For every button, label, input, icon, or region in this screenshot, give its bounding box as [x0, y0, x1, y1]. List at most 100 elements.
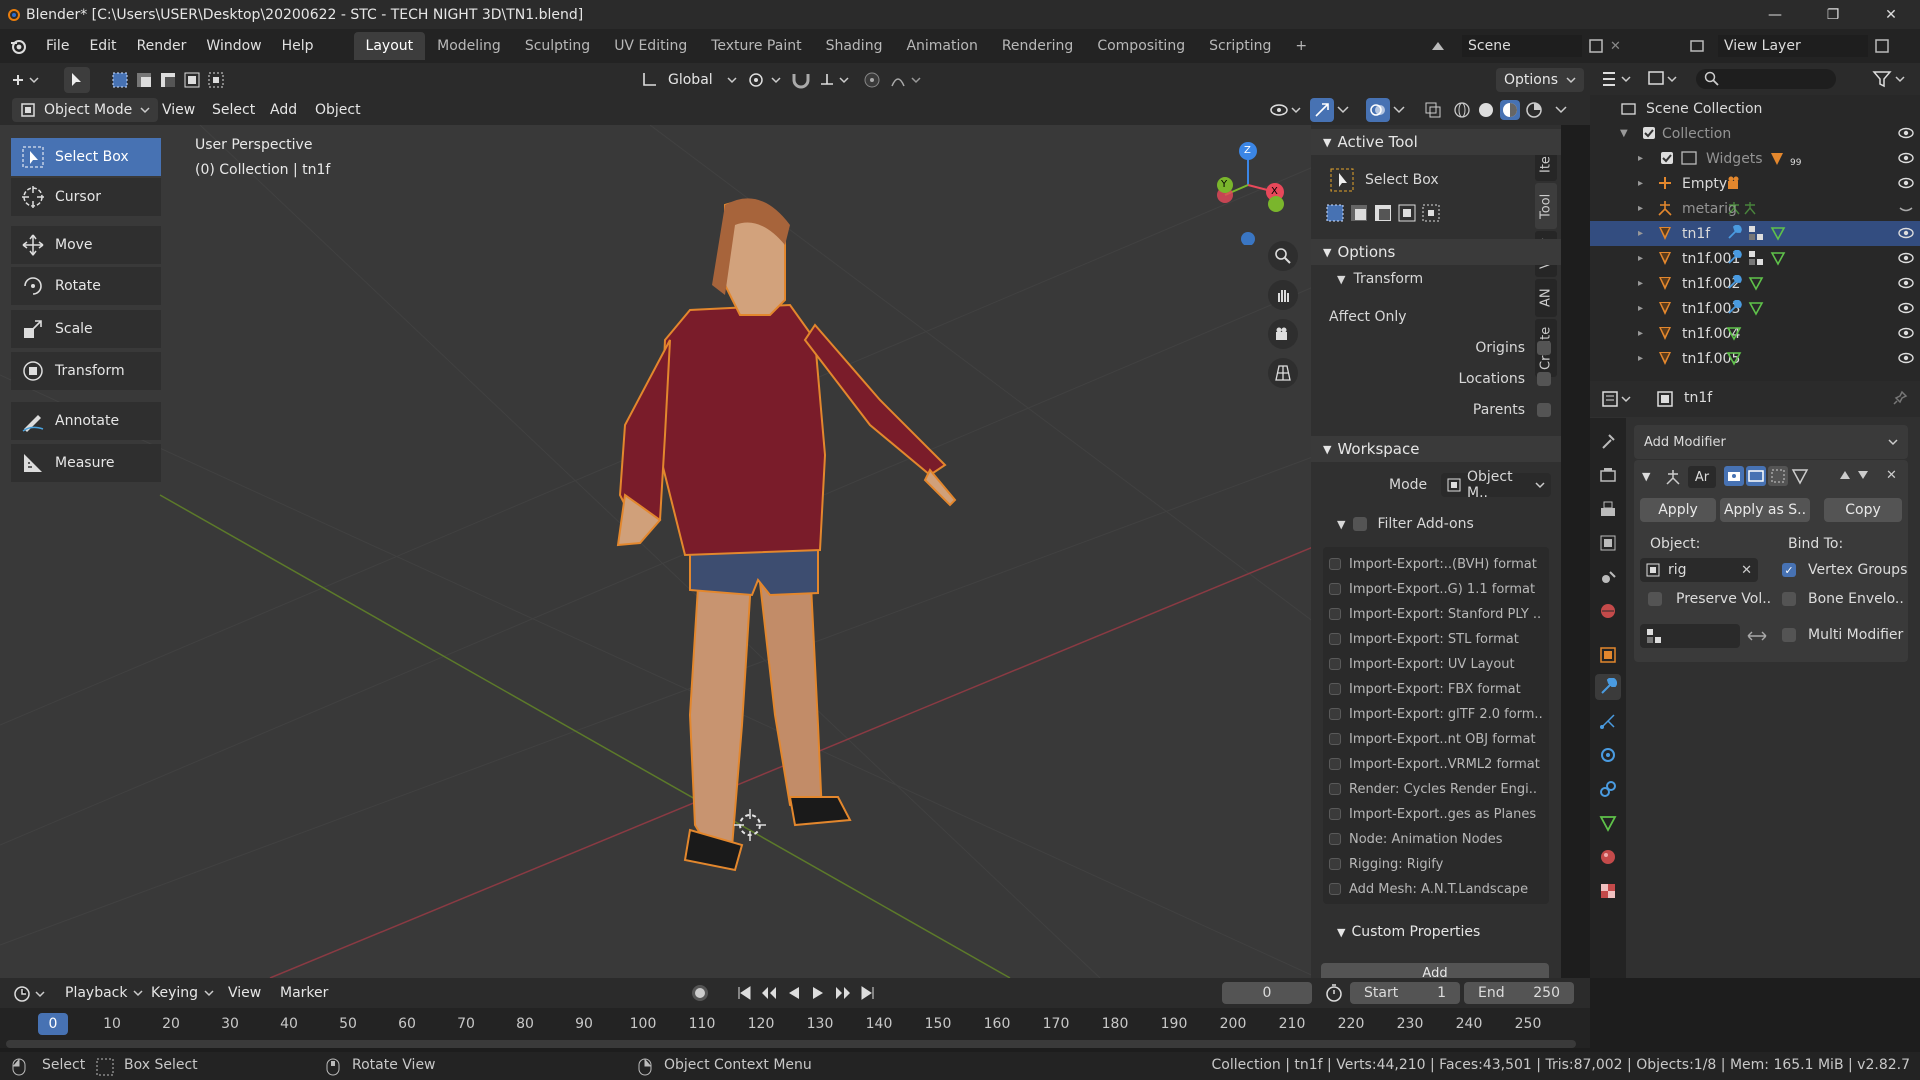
- workspace-mode-dropdown[interactable]: Object M..: [1441, 469, 1551, 501]
- jump-end-icon[interactable]: [860, 985, 876, 1001]
- proportional-edit-icon[interactable]: [862, 68, 882, 92]
- disclosure-triangle-icon[interactable]: ▼: [1620, 128, 1628, 139]
- disclosure-triangle-icon[interactable]: ▸: [1638, 353, 1643, 364]
- addon-row[interactable]: Import-Export: glTF 2.0 form..: [1329, 703, 1549, 725]
- addon-checkbox[interactable]: [1329, 858, 1341, 870]
- outliner-item[interactable]: ▸ tn1f.001: [1590, 246, 1920, 271]
- addon-checkbox[interactable]: [1329, 883, 1341, 895]
- addon-checkbox[interactable]: [1329, 608, 1341, 620]
- 3d-viewport[interactable]: User Perspective (0) Collection | tn1f Z…: [0, 125, 1318, 978]
- object-properties-tab-icon[interactable]: [1595, 642, 1621, 668]
- hidden-eye-icon[interactable]: [1898, 201, 1914, 215]
- move-down-icon[interactable]: [1856, 468, 1870, 482]
- select-new-icon[interactable]: [1325, 203, 1345, 223]
- tab-modeling[interactable]: Modeling: [425, 32, 513, 60]
- play-reverse-icon[interactable]: [786, 985, 802, 1001]
- bone-envelopes-row[interactable]: Bone Envelo..: [1782, 591, 1904, 607]
- jump-start-icon[interactable]: [736, 985, 752, 1001]
- select-extend-icon[interactable]: [134, 70, 154, 90]
- tab-rendering[interactable]: Rendering: [990, 32, 1086, 60]
- perspective-toggle-icon[interactable]: [1268, 358, 1298, 388]
- pivot-point-dropdown[interactable]: [746, 68, 786, 92]
- addon-checkbox[interactable]: [1329, 833, 1341, 845]
- addon-row[interactable]: Node: Animation Nodes: [1329, 828, 1549, 850]
- addon-row[interactable]: Import-Export..ges as Planes: [1329, 803, 1549, 825]
- tool-measure[interactable]: Measure: [11, 444, 161, 482]
- addon-row[interactable]: Import-Export:..(BVH) format: [1329, 553, 1549, 575]
- addon-row[interactable]: Import-Export: Stanford PLY ..: [1329, 603, 1549, 625]
- view-layer-name[interactable]: View Layer: [1718, 35, 1868, 57]
- outliner-item[interactable]: ▸ tn1f: [1590, 221, 1920, 246]
- select-subtract-icon[interactable]: [1373, 203, 1393, 223]
- end-frame-input[interactable]: End 250: [1464, 982, 1574, 1004]
- outliner-item[interactable]: ▸ Widgets 99: [1590, 146, 1920, 171]
- scene-selector[interactable]: Scene ✕: [1428, 34, 1621, 58]
- transform-subheader[interactable]: ▼ Transform: [1337, 271, 1423, 287]
- camera-child-icon[interactable]: [1726, 175, 1744, 191]
- minimize-button[interactable]: —: [1746, 0, 1804, 29]
- addon-checkbox[interactable]: [1329, 583, 1341, 595]
- physics-properties-tab-icon[interactable]: [1595, 742, 1621, 768]
- tab-scripting[interactable]: Scripting: [1197, 32, 1283, 60]
- apply-button[interactable]: Apply: [1640, 498, 1716, 522]
- display-mode-dropdown[interactable]: [1646, 69, 1682, 89]
- material-tab-icon[interactable]: [1595, 844, 1621, 870]
- addon-row[interactable]: Import-Export..nt OBJ format: [1329, 728, 1549, 750]
- camera-view-icon[interactable]: [1268, 319, 1298, 349]
- scene-name[interactable]: Scene: [1462, 35, 1582, 57]
- origins-checkbox[interactable]: [1537, 341, 1551, 355]
- menu-file[interactable]: File: [36, 38, 79, 54]
- add-workspace-button[interactable]: +: [1283, 32, 1319, 60]
- select-new-icon[interactable]: [110, 70, 130, 90]
- remove-modifier-icon[interactable]: ✕: [1886, 468, 1897, 483]
- visibility-eye-icon[interactable]: [1898, 351, 1914, 365]
- outliner-item[interactable]: ▸ Empty: [1590, 171, 1920, 196]
- vertex-groups-checkbox[interactable]: ✓: [1782, 563, 1796, 577]
- visibility-eye-icon[interactable]: [1898, 176, 1914, 190]
- move-up-icon[interactable]: [1838, 468, 1852, 482]
- record-icon[interactable]: [690, 983, 710, 1003]
- select-intersect-icon[interactable]: [1421, 203, 1441, 223]
- outliner-item[interactable]: ▸ metarig: [1590, 196, 1920, 221]
- custom-properties-header[interactable]: ▼ Custom Properties: [1311, 919, 1561, 945]
- menu-add[interactable]: Add: [270, 98, 297, 122]
- addon-checkbox[interactable]: [1329, 758, 1341, 770]
- mesh-data-icon[interactable]: [1748, 275, 1764, 291]
- options-dropdown[interactable]: Options: [1496, 68, 1585, 92]
- invert-vertex-group-icon[interactable]: [1746, 628, 1768, 644]
- tool-transform[interactable]: Transform: [11, 352, 161, 390]
- clear-field-icon[interactable]: ✕: [1741, 563, 1752, 578]
- snap-toggle-icon[interactable]: [790, 68, 812, 92]
- addon-row[interactable]: Import-Export: UV Layout: [1329, 653, 1549, 675]
- addon-checkbox[interactable]: [1329, 708, 1341, 720]
- close-button[interactable]: ✕: [1862, 0, 1920, 29]
- collection-checkbox[interactable]: [1642, 126, 1656, 140]
- tab-uv-editing[interactable]: UV Editing: [602, 32, 699, 60]
- transform-orientation-dropdown[interactable]: Global: [640, 68, 737, 92]
- shading-dropdown[interactable]: [1554, 98, 1568, 122]
- show-viewport-icon[interactable]: [1746, 466, 1766, 486]
- remove-scene-icon[interactable]: ✕: [1610, 39, 1621, 54]
- marker-menu[interactable]: Marker: [280, 981, 328, 1005]
- select-extend-icon[interactable]: [1349, 203, 1369, 223]
- proportional-falloff-dropdown[interactable]: [890, 68, 926, 92]
- show-edit-mode-icon[interactable]: [1768, 466, 1788, 486]
- show-render-icon[interactable]: [1724, 466, 1744, 486]
- tool-rotate[interactable]: Rotate: [11, 267, 161, 305]
- current-frame-input[interactable]: 0: [1222, 982, 1312, 1004]
- render-properties-tab-icon[interactable]: [1595, 462, 1621, 488]
- addon-checkbox[interactable]: [1329, 558, 1341, 570]
- addon-row[interactable]: Import-Export: FBX format: [1329, 678, 1549, 700]
- addon-row[interactable]: Render: Cycles Render Engi..: [1329, 778, 1549, 800]
- visibility-eye-icon[interactable]: [1898, 301, 1914, 315]
- menu-view[interactable]: View: [162, 98, 195, 122]
- modifier-wrench-icon[interactable]: [1726, 250, 1742, 266]
- visibility-dropdown[interactable]: [1268, 98, 1302, 122]
- active-tool-row[interactable]: Select Box: [1329, 167, 1439, 193]
- parents-row[interactable]: Parents: [1431, 402, 1551, 418]
- collection-checkbox[interactable]: [1660, 151, 1674, 165]
- visibility-eye-icon[interactable]: [1898, 326, 1914, 340]
- modifier-wrench-icon[interactable]: [1726, 225, 1742, 241]
- addon-row[interactable]: Import-Export..G) 1.1 format: [1329, 578, 1549, 600]
- timeline-view-menu[interactable]: View: [228, 981, 261, 1005]
